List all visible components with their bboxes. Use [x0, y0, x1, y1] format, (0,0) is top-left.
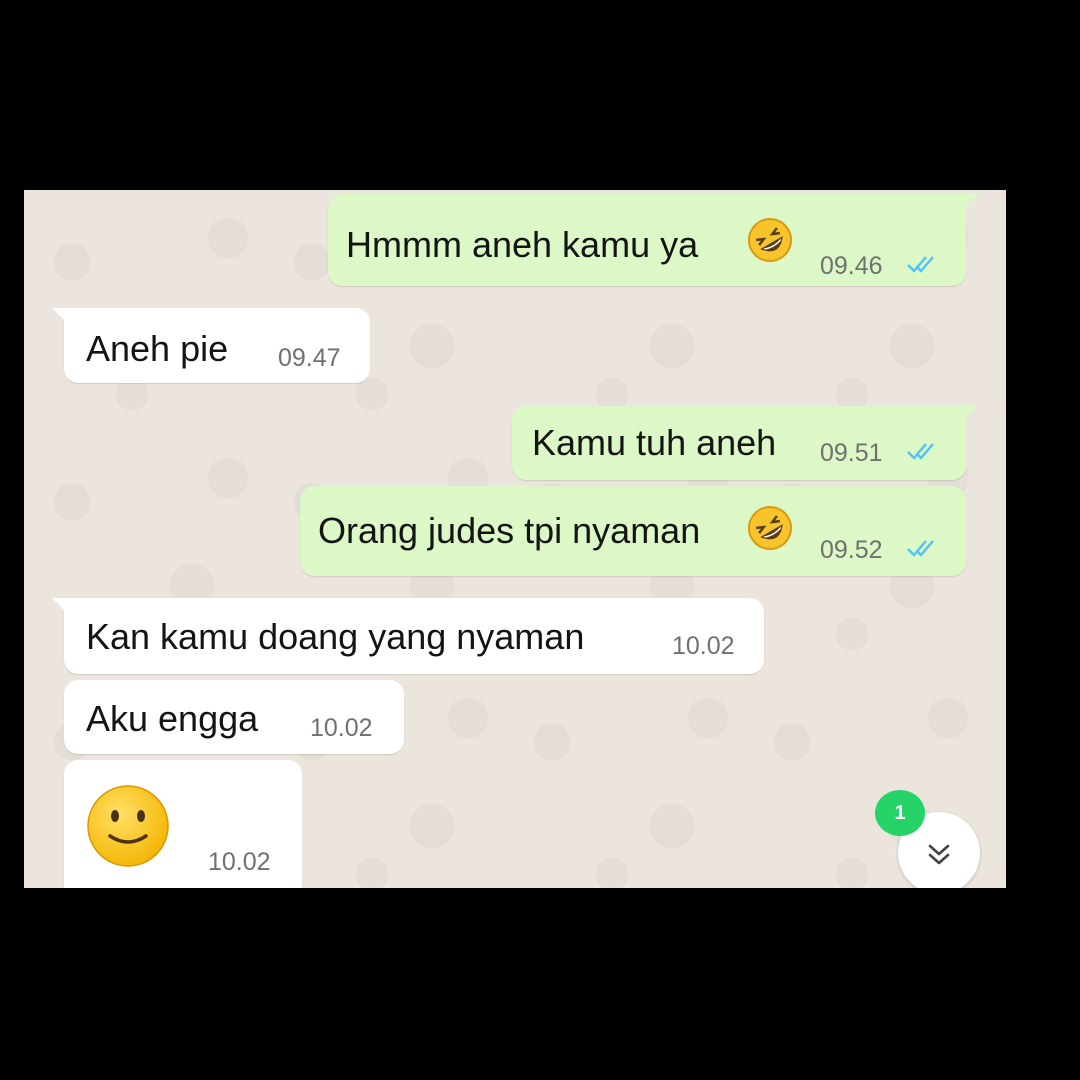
rolling-on-floor-laughing-icon: [748, 218, 792, 262]
message-text: Kamu tuh aneh: [532, 422, 777, 463]
read-ticks-icon: [907, 540, 934, 557]
read-ticks-icon: [907, 443, 934, 460]
message-bubble-outgoing[interactable]: Kamu tuh aneh 09.51: [512, 406, 978, 480]
message-time: 10.02: [208, 848, 271, 876]
message-bubble-incoming[interactable]: 10.02: [64, 760, 302, 888]
double-chevron-down-icon: [928, 844, 950, 865]
message-time: 09.47: [278, 344, 341, 372]
bubble-tail: [52, 308, 66, 322]
message-time: 10.02: [310, 714, 373, 742]
message-bubble-incoming[interactable]: Aneh pie 09.47: [52, 308, 370, 383]
bubble-tail: [964, 194, 978, 208]
message-time: 09.51: [820, 439, 883, 467]
message-time: 09.52: [820, 536, 883, 564]
message-bubble-incoming[interactable]: Kan kamu doang yang nyaman 10.02: [52, 598, 764, 674]
message-time: 10.02: [672, 632, 735, 660]
message-text: Aneh pie: [86, 328, 229, 369]
bubble-tail: [52, 598, 66, 612]
message-bubble-incoming[interactable]: Aku engga 10.02: [64, 680, 404, 754]
message-text: Aku engga: [86, 698, 259, 739]
chat-area[interactable]: Hmmm aneh kamu ya 09.46 Aneh pie 09.47 K…: [24, 190, 1006, 888]
message-text: Orang judes tpi nyaman: [318, 510, 701, 551]
message-text: Kan kamu doang yang nyaman: [86, 616, 585, 657]
read-ticks-icon: [907, 256, 934, 273]
rolling-on-floor-laughing-icon: [748, 506, 792, 550]
bubble-tail: [964, 406, 978, 420]
message-text: Hmmm aneh kamu ya: [346, 224, 699, 265]
message-time: 09.46: [820, 252, 883, 280]
message-bubble-outgoing[interactable]: Orang judes tpi nyaman 09.52: [300, 486, 966, 576]
slightly-smiling-face-icon: [87, 785, 169, 867]
message-bubble-outgoing[interactable]: Hmmm aneh kamu ya 09.46: [328, 194, 978, 286]
unread-count-badge[interactable]: 1: [875, 790, 925, 836]
